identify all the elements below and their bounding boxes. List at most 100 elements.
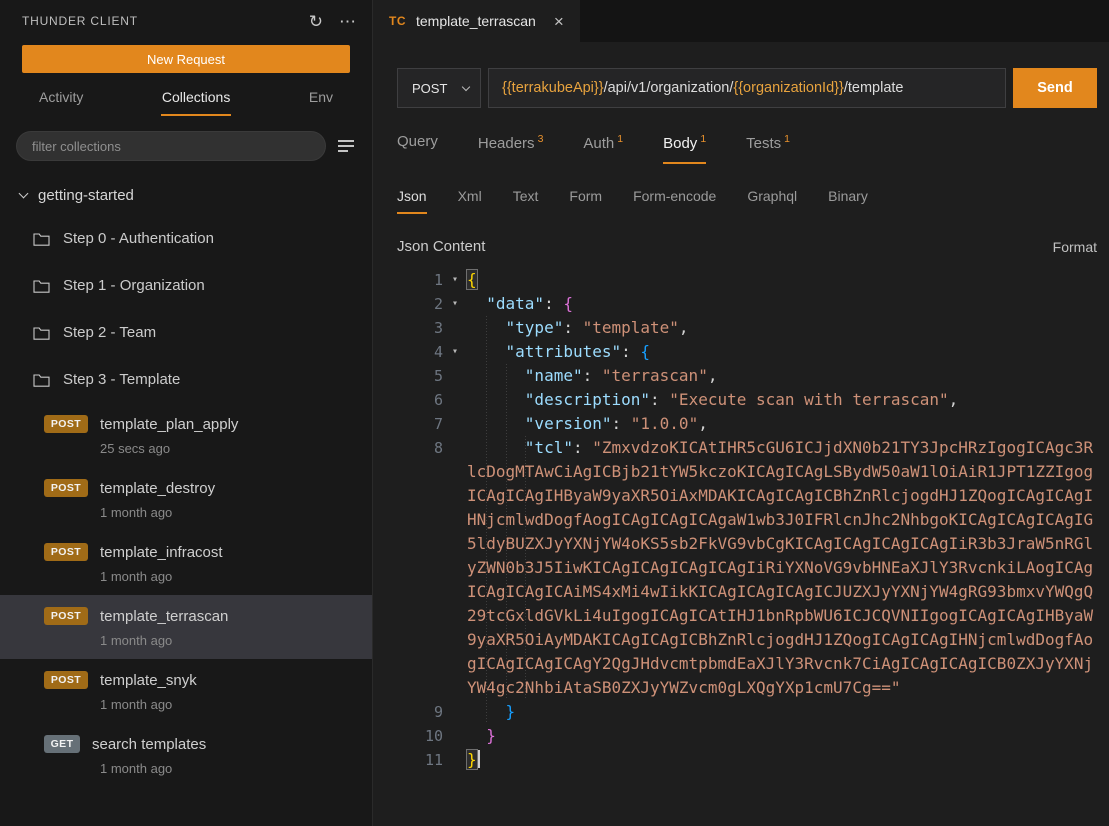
folder-label: Step 0 - Authentication bbox=[63, 230, 214, 247]
tab-xml[interactable]: Xml bbox=[458, 188, 482, 214]
sidebar-header: THUNDER CLIENT ↻ ⋯ bbox=[0, 0, 372, 42]
tab-query[interactable]: Query bbox=[397, 133, 438, 164]
collection-getting-started[interactable]: getting-started bbox=[0, 175, 372, 215]
format-button[interactable]: Format bbox=[1053, 239, 1097, 255]
folder-step3[interactable]: Step 3 - Template bbox=[0, 356, 372, 403]
folder-label: Step 1 - Organization bbox=[63, 277, 205, 294]
request-template-infracost[interactable]: POSTtemplate_infracost 1 month ago bbox=[0, 531, 372, 595]
json-content-header: Json Content Format bbox=[397, 238, 1097, 255]
tab-template-terrascan[interactable]: TC template_terrascan × bbox=[373, 0, 580, 42]
editor-line: 10 } bbox=[397, 724, 1097, 748]
url-input[interactable]: {{terrakubeApi}}/api/v1/organization/{{o… bbox=[488, 68, 1006, 108]
url-variable: {{terrakubeApi}} bbox=[502, 80, 604, 96]
editor-line: 3 "type": "template", bbox=[397, 316, 1097, 340]
fold-icon[interactable]: ▾ bbox=[443, 268, 467, 292]
method-badge: POST bbox=[44, 543, 88, 561]
thunder-client-app: THUNDER CLIENT ↻ ⋯ New Request Activity … bbox=[0, 0, 1109, 826]
line-number: 1 bbox=[397, 268, 443, 292]
collections-tree: getting-started Step 0 - Authentication … bbox=[0, 175, 372, 826]
editor-tabbar: TC template_terrascan × bbox=[373, 0, 1109, 42]
line-number: 4 bbox=[397, 340, 443, 364]
tests-count-badge: 1 bbox=[784, 133, 790, 145]
tab-collections[interactable]: Collections bbox=[161, 87, 231, 116]
chevron-down-icon bbox=[19, 188, 29, 198]
method-select[interactable]: POST bbox=[397, 68, 481, 108]
line-number: 11 bbox=[397, 748, 443, 772]
request-bar: POST {{terrakubeApi}}/api/v1/organizatio… bbox=[397, 68, 1097, 108]
json-content-label: Json Content bbox=[397, 238, 485, 255]
request-content: POST {{terrakubeApi}}/api/v1/organizatio… bbox=[373, 42, 1109, 826]
body-count-badge: 1 bbox=[700, 133, 706, 145]
tab-env[interactable]: Env bbox=[308, 87, 334, 116]
tab-form[interactable]: Form bbox=[569, 188, 602, 214]
folder-step0[interactable]: Step 0 - Authentication bbox=[0, 215, 372, 262]
sidebar: THUNDER CLIENT ↻ ⋯ New Request Activity … bbox=[0, 0, 373, 826]
request-timestamp: 1 month ago bbox=[100, 761, 372, 776]
request-timestamp: 1 month ago bbox=[100, 633, 372, 648]
editor-line: 8 "tcl": "ZmxvdzoKICAtIHR5cGU6ICJjdXN0b2… bbox=[397, 436, 1097, 700]
send-button[interactable]: Send bbox=[1013, 68, 1097, 108]
editor-line: 2 ▾ "data": { bbox=[397, 292, 1097, 316]
tab-binary[interactable]: Binary bbox=[828, 188, 868, 214]
text-cursor bbox=[478, 750, 480, 768]
editor-line: 9 } bbox=[397, 700, 1097, 724]
folder-step2[interactable]: Step 2 - Team bbox=[0, 309, 372, 356]
fold-icon[interactable]: ▾ bbox=[443, 340, 467, 364]
url-path: /api/v1/organization/ bbox=[604, 80, 734, 96]
request-search-templates[interactable]: GET search templates 1 month ago bbox=[0, 723, 372, 787]
request-template-plan-apply[interactable]: POST template_plan_apply 25 secs ago bbox=[0, 403, 372, 467]
folder-icon bbox=[33, 326, 50, 340]
request-template-destroy[interactable]: POSTtemplate_destroy 1 month ago bbox=[0, 467, 372, 531]
tab-headers[interactable]: Headers3 bbox=[478, 133, 544, 164]
request-name: search templates bbox=[92, 736, 206, 753]
sidebar-tabs: Activity Collections Env bbox=[0, 73, 372, 116]
more-actions-icon[interactable]: ⋯ bbox=[339, 13, 356, 30]
editor-line: 1 ▾ { bbox=[397, 268, 1097, 292]
editor-line: 7 "version": "1.0.0", bbox=[397, 412, 1097, 436]
request-name: template_terrascan bbox=[100, 608, 228, 625]
auth-count-badge: 1 bbox=[617, 133, 623, 145]
request-timestamp: 25 secs ago bbox=[100, 441, 372, 456]
request-template-terrascan[interactable]: POST template_terrascan 1 month ago bbox=[0, 595, 372, 659]
method-badge: POST bbox=[44, 607, 88, 625]
editor-line: 4 ▾ "attributes": { bbox=[397, 340, 1097, 364]
collection-label: getting-started bbox=[38, 187, 134, 204]
fold-icon[interactable]: ▾ bbox=[443, 292, 467, 316]
method-badge: POST bbox=[44, 479, 88, 497]
line-number: 8 bbox=[397, 436, 443, 460]
tab-auth[interactable]: Auth1 bbox=[583, 133, 623, 164]
main-panel: TC template_terrascan × POST {{terrakube… bbox=[373, 0, 1109, 826]
url-path: /template bbox=[844, 80, 904, 96]
request-name: template_destroy bbox=[100, 480, 215, 497]
collections-menu-icon[interactable] bbox=[338, 137, 356, 155]
line-number: 7 bbox=[397, 412, 443, 436]
method-badge: POST bbox=[44, 415, 88, 433]
folder-icon bbox=[33, 373, 50, 387]
tab-json[interactable]: Json bbox=[397, 188, 427, 214]
close-icon[interactable]: × bbox=[554, 13, 564, 30]
tab-form-encode[interactable]: Form-encode bbox=[633, 188, 716, 214]
json-editor[interactable]: 1 ▾ { 2 ▾ "data": { 3 "type": "template"… bbox=[397, 268, 1097, 826]
tab-text[interactable]: Text bbox=[513, 188, 539, 214]
new-request-button[interactable]: New Request bbox=[22, 45, 350, 73]
folder-icon bbox=[33, 232, 50, 246]
request-template-snyk[interactable]: POSTtemplate_snyk 1 month ago bbox=[0, 659, 372, 723]
refresh-icon[interactable]: ↻ bbox=[309, 13, 323, 30]
folder-step1[interactable]: Step 1 - Organization bbox=[0, 262, 372, 309]
request-timestamp: 1 month ago bbox=[100, 697, 372, 712]
tab-activity[interactable]: Activity bbox=[38, 87, 84, 116]
request-name: template_plan_apply bbox=[100, 416, 238, 433]
tab-tests[interactable]: Tests1 bbox=[746, 133, 790, 164]
request-name: template_infracost bbox=[100, 544, 223, 561]
folder-icon bbox=[33, 279, 50, 293]
tab-graphql[interactable]: Graphql bbox=[747, 188, 797, 214]
folder-label: Step 2 - Team bbox=[63, 324, 156, 341]
editor-line: 5 "name": "terrascan", bbox=[397, 364, 1097, 388]
filter-collections-input[interactable] bbox=[16, 131, 326, 161]
method-badge: GET bbox=[44, 735, 80, 753]
method-value: POST bbox=[412, 81, 447, 96]
filter-row bbox=[16, 131, 356, 161]
line-number: 3 bbox=[397, 316, 443, 340]
tab-body[interactable]: Body1 bbox=[663, 133, 706, 164]
thunder-client-tab-icon: TC bbox=[389, 14, 406, 28]
